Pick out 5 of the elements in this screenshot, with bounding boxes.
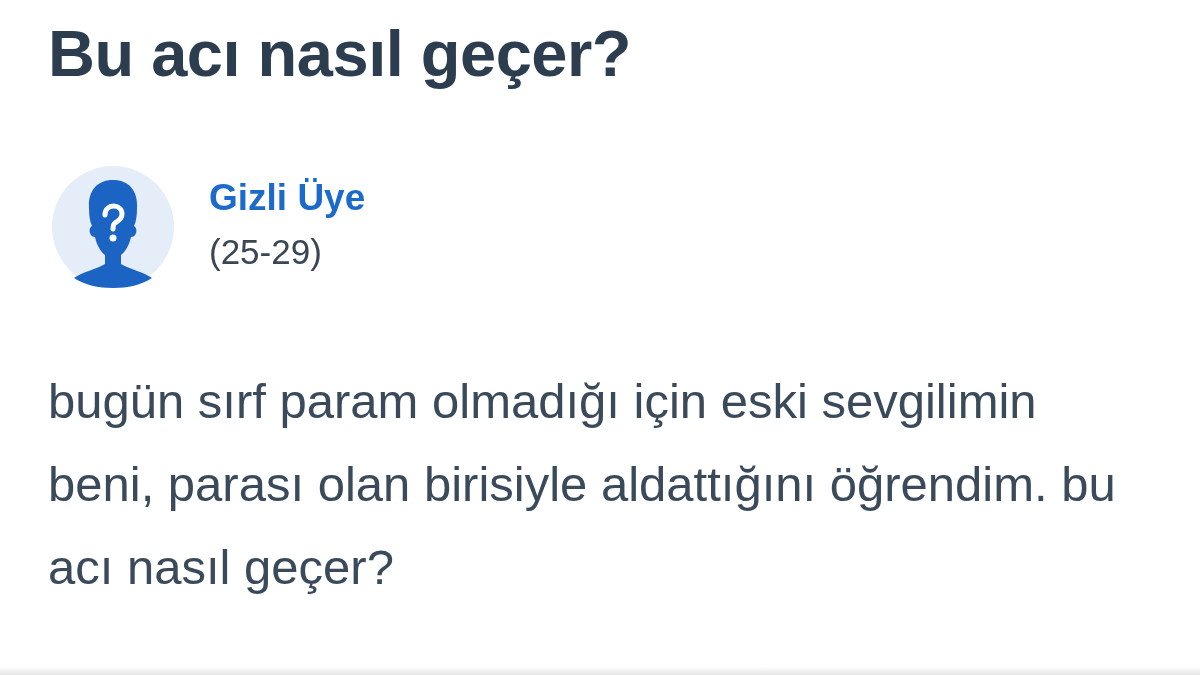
author-age-range: (25-29)	[209, 232, 323, 272]
question-title: Bu acı nasıl geçer?	[48, 16, 631, 92]
question-body: bugün sırf param olmadığı için eski sevgilimin beni, parası olan birisiyle aldattığını öğrendim. bu acı nasıl geçer?	[48, 373, 1117, 596]
author-name[interactable]: Gizli Üye	[209, 176, 366, 220]
anonymous-avatar-icon	[52, 166, 174, 288]
